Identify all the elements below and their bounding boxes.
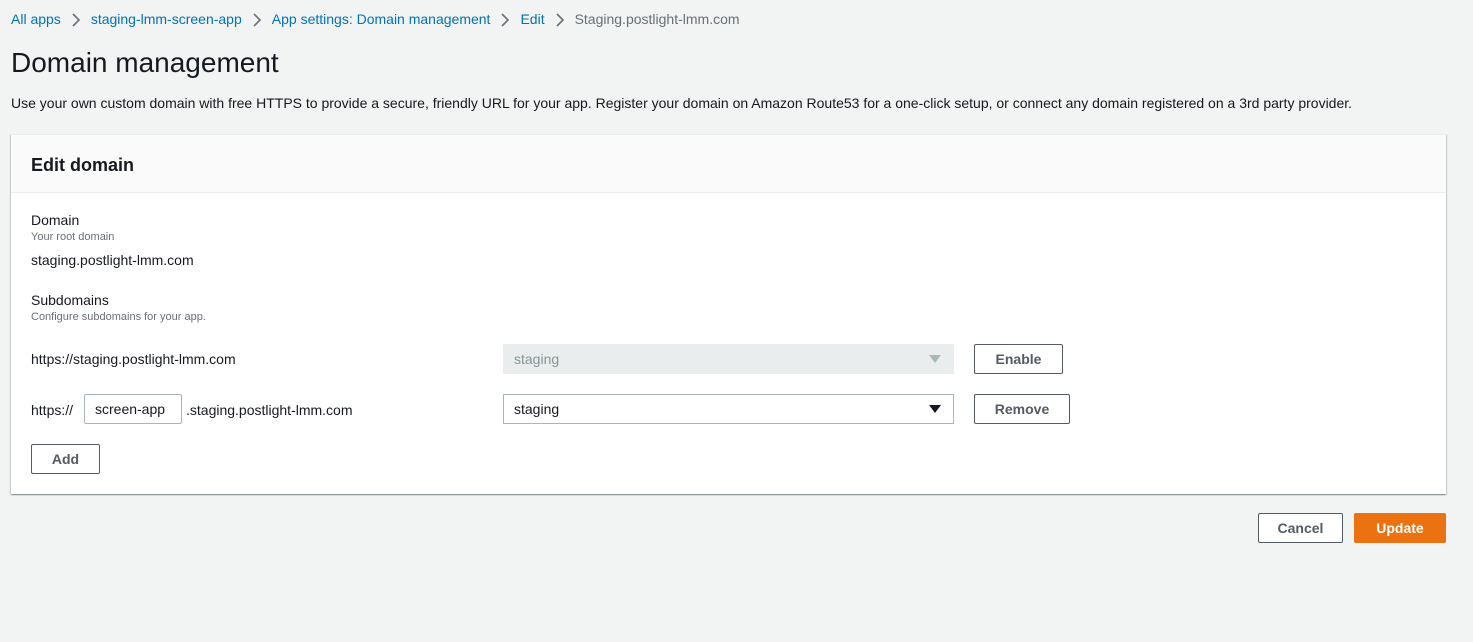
cancel-button[interactable]: Cancel xyxy=(1258,513,1343,543)
breadcrumb-app-settings[interactable]: App settings: Domain management xyxy=(272,10,491,28)
domain-value: staging.postlight-lmm.com xyxy=(31,252,194,268)
panel-header: Edit domain xyxy=(11,135,1446,193)
page-title: Domain management xyxy=(11,47,279,78)
subdomain-url-root: https://staging.postlight-lmm.com xyxy=(31,351,236,367)
enable-button[interactable]: Enable xyxy=(974,344,1063,374)
page-description: Use your own custom domain with free HTT… xyxy=(11,95,1353,111)
panel-title: Edit domain xyxy=(31,155,134,175)
domain-description: Your root domain xyxy=(31,231,115,243)
chevron-right-icon xyxy=(490,10,520,28)
subdomains-description: Configure subdomains for your app. xyxy=(31,311,206,323)
chevron-right-icon xyxy=(242,10,272,28)
breadcrumb-edit[interactable]: Edit xyxy=(520,10,544,28)
add-subdomain-button[interactable]: Add xyxy=(31,444,100,474)
breadcrumb: All apps staging-lmm-screen-app App sett… xyxy=(11,10,740,28)
chevron-right-icon xyxy=(545,10,575,28)
subdomain-suffix: .staging.postlight-lmm.com xyxy=(186,402,353,418)
chevron-right-icon xyxy=(61,10,91,28)
subdomain-input[interactable]: screen-app xyxy=(84,394,182,424)
breadcrumb-all-apps[interactable]: All apps xyxy=(11,10,61,28)
subdomain-prefix: https:// xyxy=(31,402,74,418)
branch-select-value: staging xyxy=(514,351,560,367)
update-button[interactable]: Update xyxy=(1354,513,1446,543)
branch-select-subdomain[interactable]: staging xyxy=(503,394,954,424)
caret-down-icon xyxy=(929,405,941,413)
edit-domain-panel: Edit domain Domain Your root domain stag… xyxy=(11,134,1446,494)
breadcrumb-current: Staging.postlight-lmm.com xyxy=(574,11,740,27)
domain-label: Domain xyxy=(31,212,80,228)
branch-select-value: staging xyxy=(514,401,560,417)
caret-down-icon xyxy=(929,355,941,363)
subdomains-label: Subdomains xyxy=(31,292,109,308)
breadcrumb-app[interactable]: staging-lmm-screen-app xyxy=(91,10,242,28)
branch-select-root: staging xyxy=(503,344,954,374)
remove-button[interactable]: Remove xyxy=(974,394,1070,424)
